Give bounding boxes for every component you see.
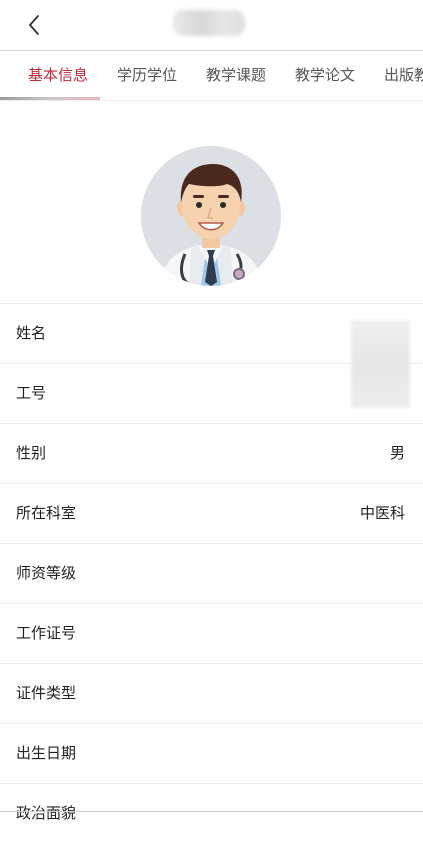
- field-row-teacher-level: 师资等级: [0, 543, 423, 603]
- field-row-department: 所在科室 中医科: [0, 483, 423, 543]
- avatar[interactable]: [141, 146, 281, 286]
- tab-basic-info[interactable]: 基本信息: [28, 51, 88, 100]
- tab-bar: 基本信息 学历学位 教学课题 教学论文 出版教: [0, 51, 423, 101]
- field-label: 工号: [16, 384, 47, 402]
- field-row-id-type: 证件类型: [0, 663, 423, 723]
- back-button[interactable]: [20, 11, 48, 39]
- divider: [0, 811, 423, 812]
- field-row-political-status: 政治面貌: [0, 783, 423, 843]
- doctor-avatar-icon: [141, 146, 281, 286]
- chevron-left-icon: [29, 15, 39, 35]
- redacted-value-overlay: [351, 320, 410, 408]
- field-label: 所在科室: [16, 504, 77, 522]
- field-row-gender: 性别 男: [0, 423, 423, 483]
- tab-education[interactable]: 学历学位: [117, 51, 177, 100]
- tab-publications[interactable]: 出版教: [384, 51, 423, 100]
- field-value: 中医科: [359, 504, 405, 522]
- field-value: 男: [389, 444, 405, 462]
- tab-teaching-papers[interactable]: 教学论文: [295, 51, 355, 100]
- page-title: [173, 10, 245, 36]
- field-label: 师资等级: [16, 564, 77, 582]
- tab-teaching-projects[interactable]: 教学课题: [206, 51, 266, 100]
- field-label: 证件类型: [16, 684, 77, 702]
- field-label: 工作证号: [16, 624, 77, 642]
- field-row-birth-date: 出生日期: [0, 723, 423, 783]
- nav-bar: [0, 0, 423, 51]
- field-label: 姓名: [16, 324, 47, 342]
- field-row-work-card: 工作证号: [0, 603, 423, 663]
- field-label: 出生日期: [16, 744, 77, 762]
- tab-active-indicator: [0, 97, 100, 100]
- field-label: 性别: [16, 444, 47, 462]
